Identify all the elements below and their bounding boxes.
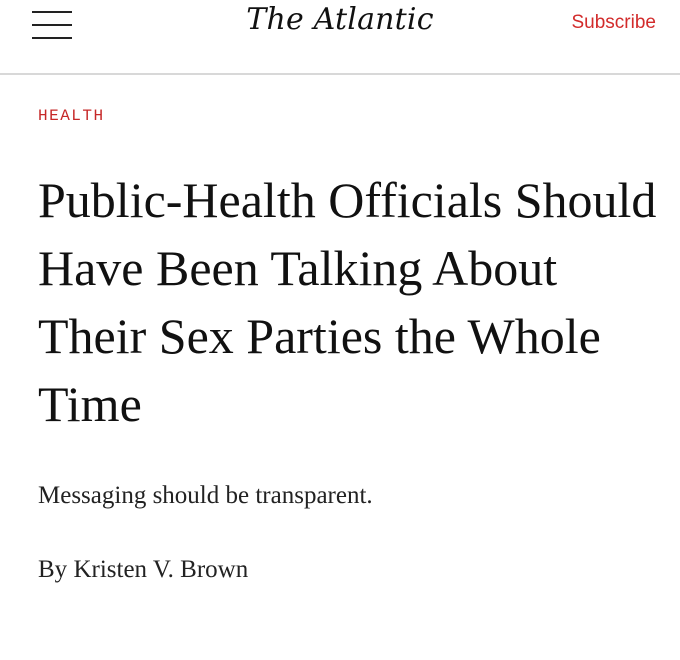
menu-icon-bar — [32, 24, 72, 26]
author-link[interactable]: Kristen V. Brown — [73, 556, 248, 583]
site-logo[interactable]: The Atlantic — [246, 2, 433, 37]
byline: By Kristen V. Brown — [38, 556, 248, 584]
menu-icon-bar — [32, 11, 72, 13]
hamburger-menu-icon[interactable] — [32, 9, 72, 41]
menu-icon-bar — [32, 37, 72, 39]
subscribe-link[interactable]: Subscribe — [572, 12, 657, 34]
article-headline: Public-Health Officials Should Have Been… — [38, 172, 657, 432]
section-label[interactable]: HEALTH — [38, 107, 105, 125]
article-dek: Messaging should be transparent. — [38, 482, 373, 509]
byline-prefix: By — [38, 556, 68, 583]
site-header: The Atlantic Subscribe — [0, 0, 680, 75]
